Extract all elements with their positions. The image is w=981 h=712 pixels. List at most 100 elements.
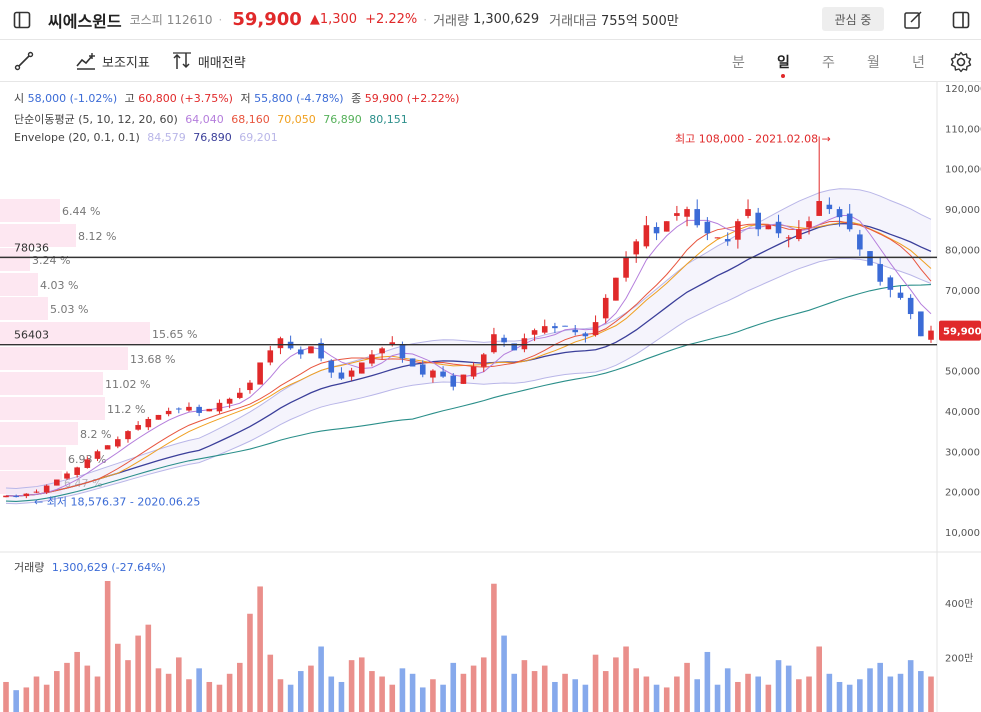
volume-bar: [206, 681, 213, 712]
indicators-label: 보조지표: [102, 55, 150, 71]
envelope-lower: 69,201: [239, 131, 278, 144]
volume-bar: [623, 646, 629, 712]
strategy-button[interactable]: 매매전략: [172, 52, 246, 71]
envelope-mid: 76,890: [193, 131, 232, 144]
volume-bar: [765, 684, 772, 712]
volume-bar: [196, 668, 202, 712]
volume-bar: [602, 671, 609, 712]
candle-body: [897, 292, 904, 298]
volume-profile-label: 5.03 %: [50, 303, 88, 316]
candle-body: [348, 370, 355, 377]
volume-bar: [562, 673, 568, 712]
volume-bar: [419, 687, 426, 712]
candle-body: [694, 209, 701, 226]
volume-bar: [928, 676, 934, 712]
horizontal-line-label: 56403: [14, 329, 49, 342]
volume-bar: [531, 671, 538, 712]
volume-profile-bar: [0, 447, 66, 470]
candle-body: [887, 277, 894, 290]
open-label: 시: [14, 92, 25, 105]
y-tick-label: 40,000: [945, 407, 980, 418]
watchlist-button[interactable]: 관심 중: [822, 7, 884, 31]
candle-body: [43, 485, 50, 493]
memo-button[interactable]: [900, 7, 926, 33]
candle-body: [33, 491, 40, 493]
volume-bar: [592, 654, 599, 712]
y-tick-label: 20,000: [945, 488, 980, 499]
candle-body: [358, 362, 365, 374]
candle-body: [145, 418, 152, 428]
candle-body: [267, 350, 274, 363]
candle-body: [755, 212, 761, 230]
candle-body: [724, 239, 731, 242]
volume-bar: [501, 635, 507, 712]
volume-label: 거래량: [433, 14, 469, 29]
volume-bar: [379, 676, 385, 712]
candle-body: [74, 467, 80, 475]
tab-day[interactable]: 일: [761, 52, 806, 78]
volume-profile-label: 13.68 %: [130, 353, 175, 366]
volume-panel-label: 거래량: [14, 561, 45, 574]
price-change-pct: +2.22%: [365, 12, 418, 27]
high-label: 고: [124, 92, 135, 105]
candle-body: [653, 226, 660, 234]
candle-body: [419, 364, 426, 375]
volume-bar: [308, 665, 314, 712]
drawing-tool-button[interactable]: [14, 51, 40, 71]
candle-body: [135, 425, 141, 430]
ohlc-info: 시 58,000 (-1.02%) 고 60,800 (+3.75%) 저 55…: [14, 90, 459, 106]
volume-profile-bar: [0, 397, 105, 420]
volume-bar: [867, 668, 873, 712]
panel-icon: [952, 11, 970, 29]
tab-year[interactable]: 년: [896, 52, 941, 72]
candle-body: [877, 264, 883, 282]
market-label: 코스피: [129, 13, 163, 27]
sidebar-toggle-button[interactable]: [0, 0, 44, 40]
volume-bar: [94, 676, 101, 712]
candle-body: [796, 229, 802, 240]
tab-week[interactable]: 주: [806, 52, 851, 72]
volume-bar: [13, 690, 19, 712]
tab-minute[interactable]: 분: [716, 52, 761, 72]
ma60-value: 80,151: [369, 113, 408, 126]
candle-body: [531, 330, 538, 335]
volume-bar: [582, 684, 589, 712]
volume-bar: [155, 668, 162, 712]
candle-body: [440, 371, 446, 377]
candle-body: [735, 221, 741, 240]
volume-profile-label: 8.12 %: [78, 230, 116, 243]
volume-bar: [104, 581, 111, 712]
candle-body: [541, 326, 548, 333]
candle-body: [704, 221, 711, 234]
panel-toggle-button[interactable]: [948, 7, 974, 33]
volume-profile-label: 4.03 %: [40, 279, 78, 292]
y-tick-label: 120,000: [945, 84, 981, 95]
volume-bar: [247, 613, 253, 712]
volume-bar: [33, 676, 40, 712]
volume-bar: [338, 681, 345, 712]
tab-month[interactable]: 월: [851, 52, 896, 72]
candle-body: [745, 209, 751, 216]
candle-body: [613, 277, 619, 301]
envelope-upper: 84,579: [147, 131, 186, 144]
candle-body: [867, 251, 873, 266]
gear-icon: [950, 51, 972, 73]
candle-body: [125, 431, 131, 440]
candle-body: [409, 358, 416, 367]
price-chart[interactable]: 120,000 110,000 100,000 90,000 80,000 70,000 6…: [0, 82, 981, 712]
volume-bar: [663, 687, 670, 712]
stock-name[interactable]: 씨에스윈드: [48, 8, 122, 32]
y-tick-label: 100,000: [945, 165, 981, 176]
volume-bar: [511, 673, 518, 712]
volume-tick-label: 200만: [945, 652, 973, 664]
candle-body: [806, 221, 812, 228]
indicators-button[interactable]: 보조지표: [76, 52, 150, 71]
candle-body: [115, 439, 121, 447]
volume-bar: [165, 673, 172, 712]
volume-bar: [226, 673, 233, 712]
y-tick-label: 10,000: [945, 528, 980, 539]
candle-body: [643, 225, 650, 247]
candle-body: [277, 338, 284, 349]
chart-settings-button[interactable]: [948, 49, 974, 75]
volume-bar: [857, 679, 863, 712]
